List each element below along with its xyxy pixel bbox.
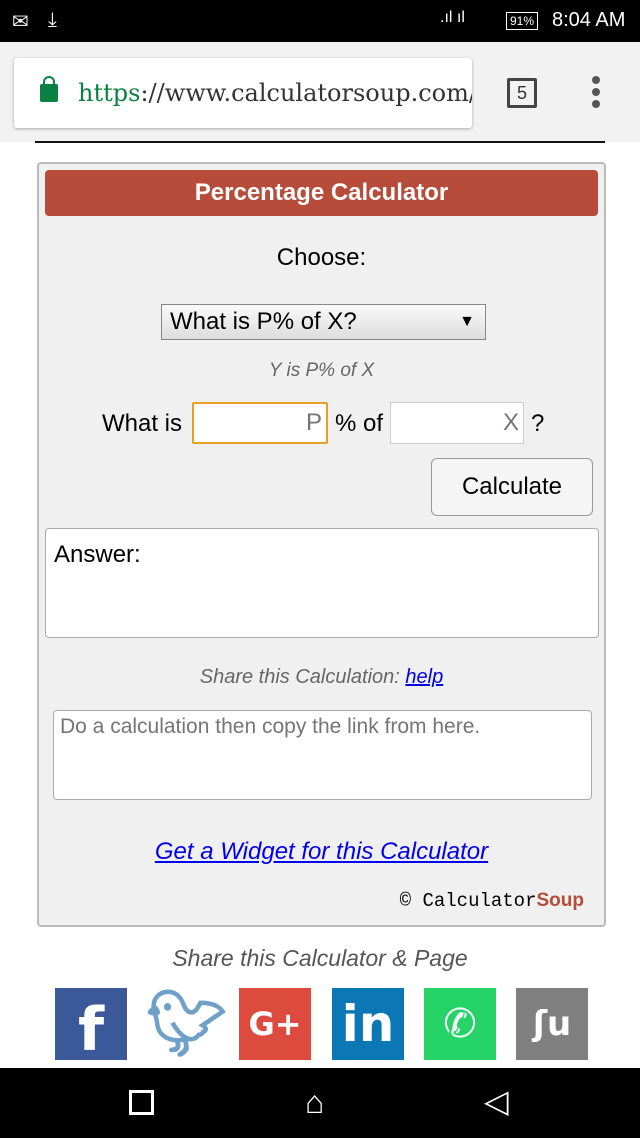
status-bar: ✉ ⤓ .ıl ıl 91% 8:04 AM xyxy=(0,0,640,42)
google-plus-icon[interactable]: G+ xyxy=(239,988,311,1060)
clock: 8:04 AM xyxy=(552,9,626,31)
answer-label: Answer: xyxy=(54,541,141,568)
calculator-title: Percentage Calculator xyxy=(45,170,598,216)
calculate-button[interactable]: Calculate xyxy=(431,458,593,516)
what-is-label: What is xyxy=(102,410,183,437)
tab-switcher-button[interactable]: 5 xyxy=(507,78,537,108)
android-nav-bar: ⌂ ◁ xyxy=(0,1068,640,1138)
p-input[interactable] xyxy=(192,402,328,444)
gmail-icon: ✉ xyxy=(12,11,29,33)
facebook-icon[interactable]: f xyxy=(55,988,127,1065)
formula-text: Y is P% of X xyxy=(268,360,375,381)
calculatorsoup-logo: © CalculatorSoup xyxy=(399,890,584,912)
choose-label: Choose: xyxy=(276,244,367,271)
calculation-type-select[interactable]: What is P% of X? ▼ xyxy=(161,304,486,340)
whatsapp-icon[interactable]: ✆ xyxy=(424,988,496,1060)
percentage-calculator: Percentage Calculator Choose: What is P%… xyxy=(37,162,606,927)
linkedin-icon[interactable]: in xyxy=(332,988,404,1060)
percent-of-label: % of xyxy=(335,410,384,437)
stumbleupon-icon[interactable]: ʃu xyxy=(516,988,588,1060)
twitter-icon[interactable]: 🐦︎ xyxy=(146,988,227,1060)
browser-toolbar: https://www.calculatorsoup.com/c 5 xyxy=(0,42,640,142)
answer-box: Answer: xyxy=(45,528,599,638)
share-calculation-label: Share this Calculation: help xyxy=(199,666,444,688)
url-bar[interactable]: https://www.calculatorsoup.com/c xyxy=(14,58,472,128)
url-scheme: https xyxy=(78,79,141,107)
battery-indicator: 91% xyxy=(506,12,539,30)
share-link-textarea[interactable] xyxy=(53,710,592,800)
share-page-title: Share this Calculator & Page xyxy=(172,945,468,971)
back-button[interactable]: ◁ xyxy=(484,1082,509,1120)
download-icon: ⤓ xyxy=(48,9,57,31)
x-input[interactable] xyxy=(390,402,524,444)
signal-icon: .ıl ıl xyxy=(440,9,465,26)
help-link[interactable]: help xyxy=(405,666,443,688)
menu-icon[interactable] xyxy=(592,76,602,112)
dropdown-arrow-icon: ▼ xyxy=(459,313,475,330)
selected-option: What is P% of X? xyxy=(170,308,357,335)
get-widget-link[interactable]: Get a Widget for this Calculator xyxy=(155,838,488,865)
home-button[interactable]: ⌂ xyxy=(305,1084,324,1121)
lock-icon xyxy=(40,76,58,102)
question-mark: ? xyxy=(531,410,545,437)
recents-button[interactable] xyxy=(129,1090,154,1115)
url-text: ://www.calculatorsoup.com/c xyxy=(140,79,472,107)
divider xyxy=(35,141,605,143)
